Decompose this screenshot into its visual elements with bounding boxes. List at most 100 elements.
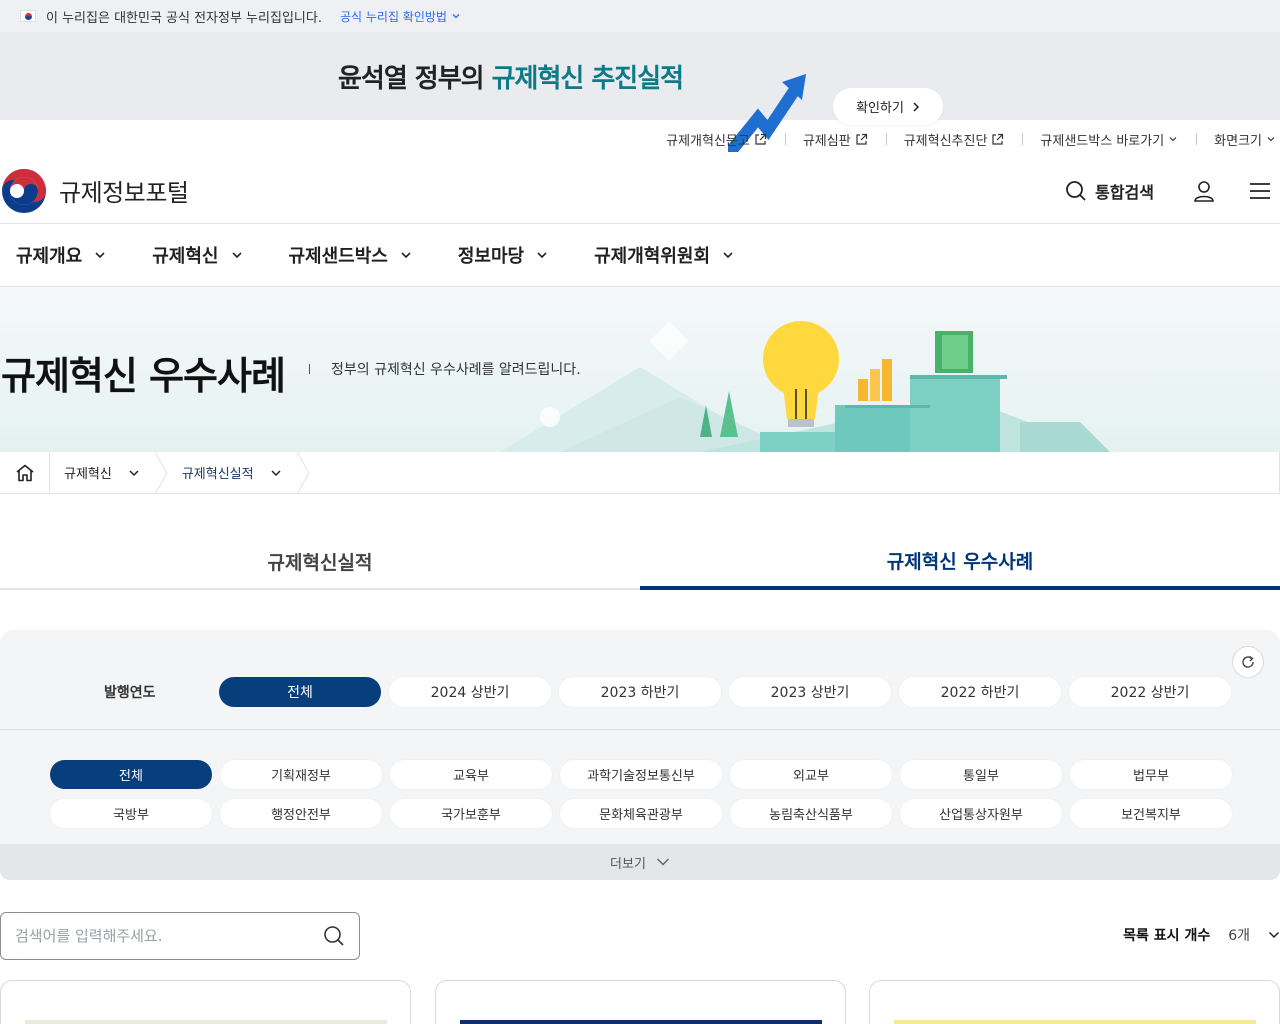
dept-chip[interactable]: 국가보훈부 [390,799,552,828]
chevron-down-icon [537,252,547,259]
list-count-value: 6개 [1228,928,1250,944]
header-actions: 통합검색 [1065,158,1280,224]
breadcrumb-item-results[interactable]: 규제혁신실적 [168,452,296,493]
dept-chip-all[interactable]: 전체 [50,760,212,789]
breadcrumb-item-innovation[interactable]: 규제혁신 [50,452,154,493]
nav-item-overview[interactable]: 규제개요 [0,242,106,268]
menu-button[interactable] [1240,171,1280,211]
util-link-label: 규제심판 [802,133,851,149]
filter-reset-button[interactable] [1232,646,1264,678]
nav-item-label: 규제개혁위원회 [594,246,711,267]
dept-chip[interactable]: 법무부 [1070,760,1232,789]
dept-chip[interactable]: 보건복지부 [1070,799,1232,828]
dept-chip[interactable]: 농림축산식품부 [730,799,892,828]
tab-label: 규제혁신실적 [267,551,373,574]
dept-chip[interactable]: 기획재정부 [220,760,382,789]
chevron-down-icon [656,858,669,866]
dept-chip[interactable]: 행정안전부 [220,799,382,828]
year-chip-2022-h2[interactable]: 2022 하반기 [899,676,1061,707]
breadcrumb-home[interactable] [0,452,50,493]
hamburger-menu-icon [1250,183,1270,199]
dept-chip[interactable]: 통일부 [900,760,1062,789]
nav-item-label: 정보마당 [457,246,525,267]
chevron-down-icon [723,252,733,259]
dept-chip[interactable]: 산업통상자원부 [900,799,1062,828]
dept-chip[interactable]: 외교부 [730,760,892,789]
department-filter-grid: 전체 기획재정부 교육부 과학기술정보통신부 외교부 통일부 법무부 국방부 행… [0,730,1280,828]
tab-innovation-results[interactable]: 규제혁신실적 [0,534,640,588]
gov-official-text: 이 누리집은 대한민국 공식 전자정부 누리집입니다. [46,10,322,26]
nav-item-sandbox[interactable]: 규제샌드박스 [273,242,412,268]
page-description: 정부의 규제혁신 우수사례를 알려드립니다. [331,362,581,378]
main-nav: 규제개요 규제혁신 규제샌드박스 정보마당 규제개혁위원회 [0,224,1280,287]
util-link-label: 규제샌드박스 바로가기 [1040,133,1165,149]
taegeuk-logo-icon [2,168,46,213]
chevron-down-icon [452,14,460,19]
hero-divider [309,364,310,374]
content-tabs: 규제혁신실적 규제혁신 우수사례 [0,534,1280,590]
nav-item-label: 규제샌드박스 [288,246,388,267]
year-chip-2023-h1[interactable]: 2023 상반기 [729,676,891,707]
page-title: 규제혁신 우수사례 [1,354,286,398]
util-link-label: 규제혁신추진단 [903,133,988,149]
dept-chip[interactable]: 과학기술정보통신부 [560,760,722,789]
chevron-down-icon [129,469,139,476]
dept-chip[interactable]: 문화체육관광부 [560,799,722,828]
external-link-icon [856,133,867,145]
list-controls: 목록 표시 개수 6개 [0,912,1280,960]
chevron-down-icon [271,469,281,476]
year-chip-2024-h1[interactable]: 2024 상반기 [389,676,551,707]
nav-item-info[interactable]: 정보마당 [442,242,548,268]
total-search-label: 통합검색 [1095,183,1154,202]
nav-item-committee[interactable]: 규제개혁위원회 [578,242,734,268]
case-card[interactable] [0,980,411,1024]
chevron-down-icon [401,252,411,259]
korea-flag-icon [20,10,36,22]
breadcrumb: 규제혁신 규제혁신실적 [0,451,1280,494]
total-search-button[interactable]: 통합검색 [1065,179,1154,203]
nav-item-innovation[interactable]: 규제혁신 [136,242,242,268]
year-chip-all[interactable]: 전체 [219,676,381,707]
search-icon[interactable] [323,925,345,947]
chevron-down-icon [1268,931,1280,939]
case-card[interactable] [869,980,1280,1024]
gov-verify-link[interactable]: 공식 누리집 확인방법 [340,8,461,25]
util-link-label: 화면크기 [1214,133,1262,149]
list-count-label: 목록 표시 개수 [1123,928,1211,944]
card-thumbnail [25,1020,387,1024]
banner-confirm-button[interactable]: 확인하기 [833,88,943,125]
util-font-size[interactable]: 화면크기 [1196,130,1280,149]
banner-headline-part-2: 규제혁신 추진실적 [491,64,684,94]
util-link-label: 규제개혁신문고 [666,133,750,149]
year-chip-2022-h1[interactable]: 2022 상반기 [1069,676,1231,707]
filter-more-button[interactable]: 더보기 [0,844,1280,880]
refresh-icon [1242,655,1254,668]
promo-banner: 윤석열 정부의 규제혁신 추진실적 확인하기 [0,32,1280,152]
year-filter-label: 발행연도 [104,684,156,701]
banner-headline-part-1: 윤석열 정부의 [338,64,492,94]
util-link-regulation-trial[interactable]: 규제심판 [784,130,886,149]
case-card[interactable] [435,980,846,1024]
card-thumbnail [460,1020,822,1024]
list-count-control: 목록 표시 개수 6개 [1123,925,1280,945]
util-link-sandbox[interactable]: 규제샌드박스 바로가기 [1022,130,1196,149]
gov-official-strip: 이 누리집은 대한민국 공식 전자정부 누리집입니다. 공식 누리집 확인방법 [0,0,1280,32]
dept-chip[interactable]: 국방부 [50,799,212,828]
list-count-select[interactable]: 6개 [1228,925,1280,945]
search-icon [1066,181,1086,201]
card-thumbnail [894,1020,1256,1024]
chevron-down-icon [1267,137,1275,142]
dept-chip[interactable]: 교육부 [390,760,552,789]
chevron-down-icon [1169,137,1177,142]
util-link-innovation-team[interactable]: 규제혁신추진단 [885,130,1023,149]
page-hero: 규제혁신 우수사례 정부의 규제혁신 우수사례를 알려드립니다. [0,287,1280,452]
site-logo[interactable]: 규제정보포털 [1,168,189,214]
breadcrumb-separator [296,451,310,494]
year-chip-2023-h2[interactable]: 2023 하반기 [559,676,721,707]
login-button[interactable] [1184,171,1224,211]
tab-best-practices[interactable]: 규제혁신 우수사례 [640,534,1280,590]
nav-item-label: 규제혁신 [152,246,219,267]
banner-confirm-label: 확인하기 [856,101,904,116]
util-link-sinmungo[interactable]: 규제개혁신문고 [648,130,785,149]
list-search-input[interactable] [15,927,323,945]
